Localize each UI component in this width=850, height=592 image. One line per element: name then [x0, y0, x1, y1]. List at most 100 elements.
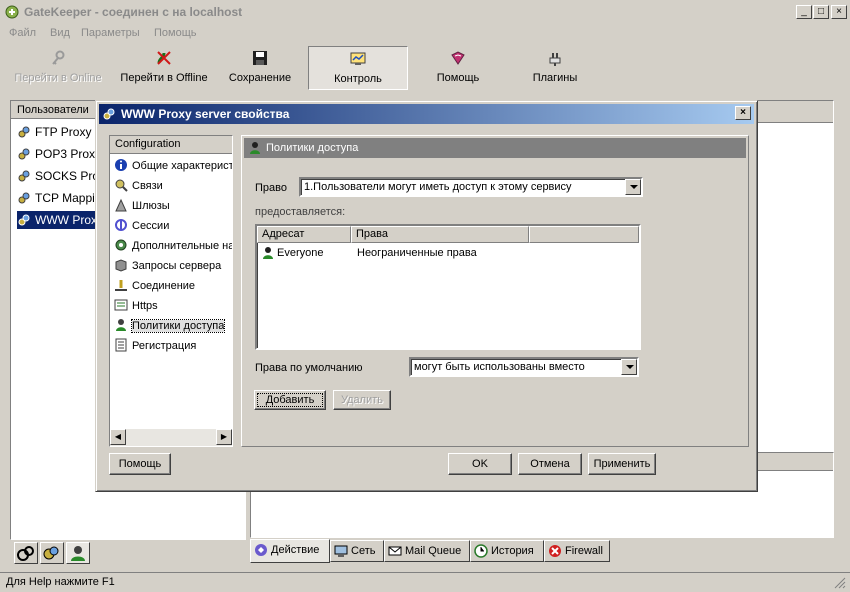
- dialog-title-bar: WWW Proxy server свойства ×: [99, 104, 754, 124]
- config-item-sessions[interactable]: Сессии: [114, 216, 232, 236]
- connection-icon: [115, 280, 127, 291]
- minimize-button[interactable]: _: [796, 5, 812, 19]
- menu-file[interactable]: Файл: [9, 27, 36, 39]
- config-item-general[interactable]: Общие характеристики: [114, 156, 232, 176]
- config-item-server-requests[interactable]: Запросы сервера: [114, 256, 232, 276]
- proxy-icon: [103, 108, 115, 120]
- left-view-tabs: [10, 542, 246, 566]
- default-rights-value: могут быть использованы вместо: [414, 361, 585, 373]
- proxy-icon: [18, 214, 30, 226]
- offline-icon: [157, 51, 171, 65]
- close-button[interactable]: ×: [831, 5, 847, 19]
- status-text: Для Help нажмите F1: [6, 576, 115, 588]
- window-title: GateKeeper - соединен с на localhost: [24, 5, 243, 19]
- dialog-title: WWW Proxy server свойства: [121, 107, 290, 121]
- info-icon: [115, 159, 127, 171]
- https-icon: [114, 299, 128, 311]
- maximize-button[interactable]: □: [813, 5, 829, 19]
- table-row[interactable]: Everyone Неограниченные права: [257, 244, 637, 262]
- go-online-button[interactable]: Перейти в Online: [8, 46, 108, 90]
- view-tab-proxies[interactable]: [40, 542, 64, 564]
- default-rights-dropdown[interactable]: могут быть использованы вместо: [409, 357, 639, 377]
- apply-button[interactable]: Применить: [588, 453, 656, 475]
- www-proxy-properties-dialog: WWW Proxy server свойства × Configuratio…: [95, 100, 758, 492]
- links-icon: [115, 179, 128, 192]
- proxy-icon: [18, 148, 30, 160]
- scroll-left-arrow-icon[interactable]: ◀: [110, 429, 126, 445]
- page-title: Политики доступа: [266, 142, 359, 154]
- scroll-right-arrow-icon[interactable]: ▶: [216, 429, 232, 445]
- proxy-icon: [18, 126, 30, 138]
- row-addressee: Everyone: [277, 247, 324, 259]
- config-item-connection[interactable]: Соединение: [114, 276, 232, 296]
- plugins-button[interactable]: Плагины: [510, 46, 600, 90]
- config-item-gateways[interactable]: Шлюзы: [114, 196, 232, 216]
- gateway-icon: [115, 198, 127, 212]
- granted-label: предоставляется:: [255, 206, 346, 218]
- proxy-item-ftp[interactable]: FTP Proxy: [17, 123, 91, 141]
- config-hscrollbar[interactable]: ◀ ▶: [110, 429, 232, 446]
- menu-settings[interactable]: Параметры: [81, 27, 140, 39]
- row-rights: Неограниченные права: [357, 247, 477, 259]
- ok-button[interactable]: OK: [448, 453, 512, 475]
- rights-label: Право: [255, 182, 287, 194]
- plugin-icon: [549, 53, 561, 66]
- firewall-icon: [549, 545, 561, 557]
- action-icon: [255, 544, 267, 556]
- config-item-links[interactable]: Связи: [114, 176, 232, 196]
- toolbar: Перейти в Online Перейти в Offline Сохра…: [4, 44, 846, 92]
- chevron-down-icon[interactable]: [621, 359, 637, 375]
- status-bar: Для Help нажмите F1: [0, 572, 850, 592]
- clock-icon: [474, 544, 488, 558]
- tab-network[interactable]: Сеть: [330, 540, 384, 562]
- log-icon: [115, 338, 127, 352]
- user-access-icon: [250, 142, 260, 154]
- config-item-access-policies[interactable]: Политики доступа: [114, 316, 232, 336]
- floppy-icon: [253, 51, 267, 65]
- default-rights-label: Права по умолчанию: [255, 362, 363, 374]
- resize-grip-icon[interactable]: [834, 577, 846, 589]
- user-icon: [71, 546, 85, 561]
- config-item-logging[interactable]: Регистрация: [114, 336, 232, 356]
- control-button[interactable]: Контроль: [308, 46, 408, 90]
- monitor-icon: [350, 52, 366, 65]
- cancel-button[interactable]: Отмена: [518, 453, 582, 475]
- sessions-icon: [115, 219, 127, 231]
- rights-value: 1.Пользователи могут иметь доступ к этом…: [304, 181, 572, 193]
- bottom-tabs: Действие Сеть Mail Queue История Firewal…: [250, 539, 850, 564]
- column-header-filler: [529, 226, 639, 243]
- services-icon: [17, 546, 34, 561]
- view-tab-users[interactable]: [66, 542, 90, 564]
- view-tab-services[interactable]: [14, 542, 38, 564]
- chevron-down-icon[interactable]: [625, 179, 641, 195]
- go-offline-button[interactable]: Перейти в Offline: [110, 46, 218, 90]
- menu-view[interactable]: Вид: [50, 27, 70, 39]
- proxy-item-www[interactable]: WWW Proxy: [17, 211, 103, 229]
- save-button[interactable]: Сохранение: [220, 46, 300, 90]
- page-header: Политики доступа: [244, 138, 746, 158]
- config-item-https[interactable]: Https: [114, 296, 232, 316]
- add-button[interactable]: Добавить: [254, 390, 326, 410]
- remove-button[interactable]: Удалить: [333, 390, 391, 410]
- proxies-icon: [43, 546, 59, 560]
- help-button[interactable]: Помощь: [408, 46, 508, 90]
- tab-mail-queue[interactable]: Mail Queue: [384, 540, 470, 562]
- tab-firewall[interactable]: Firewall: [544, 540, 610, 562]
- dialog-help-button[interactable]: Помощь: [109, 453, 171, 475]
- proxy-item-pop3[interactable]: POP3 Proxy: [17, 145, 101, 163]
- menu-bar: Файл Вид Параметры Помощь: [0, 24, 850, 42]
- main-title-bar: GateKeeper - соединен с на localhost _ □…: [0, 0, 850, 24]
- mail-icon: [388, 546, 402, 556]
- menu-help[interactable]: Помощь: [154, 27, 197, 39]
- user-icon: [263, 247, 273, 259]
- tab-action[interactable]: Действие: [250, 539, 330, 563]
- tab-history[interactable]: История: [470, 540, 544, 562]
- config-item-advanced[interactable]: Дополнительные настройки: [114, 236, 232, 256]
- proxy-icon: [18, 192, 30, 204]
- column-header-rights[interactable]: Права: [351, 226, 529, 243]
- configuration-list: Configuration Общие характеристики Связи…: [109, 135, 233, 447]
- column-header-addressee[interactable]: Адресат: [257, 226, 351, 243]
- access-policies-page: Политики доступа Право 1.Пользователи мо…: [241, 135, 749, 447]
- dialog-close-button[interactable]: ×: [735, 106, 751, 120]
- rights-dropdown[interactable]: 1.Пользователи могут иметь доступ к этом…: [299, 177, 643, 197]
